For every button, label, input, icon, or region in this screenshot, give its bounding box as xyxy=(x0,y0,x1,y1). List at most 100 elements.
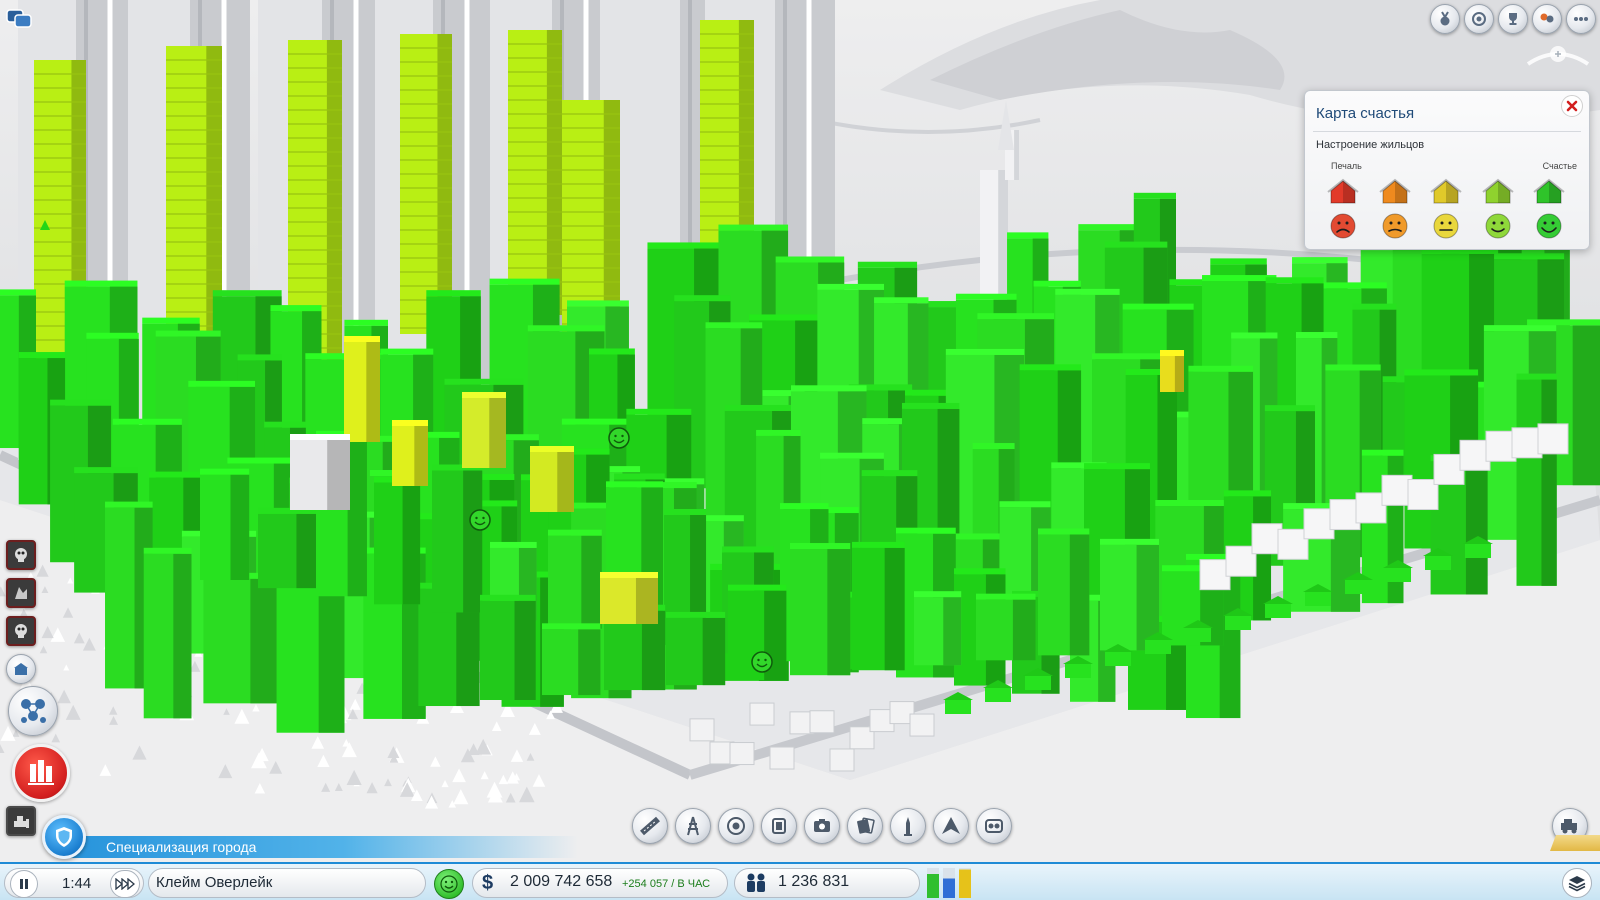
status-bar: 1:44 Клейм Оверлейк $ 2 009 742 658 +254… xyxy=(0,862,1600,900)
zombie-button[interactable] xyxy=(6,578,36,608)
building[interactable] xyxy=(548,529,602,629)
happy-face-marker[interactable] xyxy=(751,651,773,673)
house-icon xyxy=(1378,178,1411,204)
happy-face-marker[interactable] xyxy=(469,509,491,531)
close-icon xyxy=(1566,100,1578,112)
specialization-button[interactable] xyxy=(42,815,86,859)
health-icon xyxy=(857,817,875,834)
city-name: Клейм Оверлейк xyxy=(156,874,273,891)
sim-icon xyxy=(1472,12,1486,26)
health-tool-button[interactable] xyxy=(847,808,883,844)
menu-button[interactable] xyxy=(1566,4,1596,34)
disaster-button[interactable] xyxy=(6,540,36,570)
friends-icon xyxy=(1540,13,1554,23)
happy-face-marker[interactable] xyxy=(608,427,630,449)
regions-icon xyxy=(21,699,46,723)
residential-tower[interactable] xyxy=(400,34,452,334)
building[interactable] xyxy=(143,547,192,719)
building[interactable] xyxy=(374,476,421,605)
speed-button[interactable] xyxy=(110,870,140,898)
notification-tab[interactable] xyxy=(1550,835,1600,851)
city-hall-button[interactable] xyxy=(6,654,36,684)
zombie-icon xyxy=(15,587,27,599)
disaster-icon xyxy=(15,548,27,562)
parks-icon xyxy=(985,819,1003,833)
water-tool-button[interactable] xyxy=(718,808,754,844)
house-icon xyxy=(1430,178,1462,204)
building[interactable] xyxy=(1516,373,1557,586)
building[interactable] xyxy=(290,434,350,510)
building[interactable] xyxy=(1100,538,1159,651)
building[interactable] xyxy=(344,336,380,442)
house-icon xyxy=(1533,178,1565,204)
fire-tool-button[interactable] xyxy=(761,808,797,844)
building[interactable] xyxy=(203,572,280,704)
legend-very-happy xyxy=(1531,177,1567,247)
building[interactable] xyxy=(542,623,601,696)
panel-subtitle: Настроение жильцов xyxy=(1316,139,1425,151)
demand-bar-commercial xyxy=(943,878,955,898)
house-icon xyxy=(1481,178,1514,204)
legend-sad xyxy=(1377,177,1413,247)
money-rate: +254 057 / В ЧАС xyxy=(622,878,711,890)
building[interactable] xyxy=(530,446,574,512)
transport-tool-button[interactable] xyxy=(933,808,969,844)
bulldoze-icon xyxy=(14,816,29,828)
building[interactable] xyxy=(852,541,905,671)
demand-bar-residential xyxy=(927,874,939,898)
mood-button[interactable] xyxy=(434,869,464,899)
building[interactable] xyxy=(666,611,726,686)
specialization-label: Специализация города xyxy=(106,839,257,855)
close-button[interactable] xyxy=(1561,95,1583,117)
bulldoze-button[interactable] xyxy=(6,806,36,836)
face-icon xyxy=(1330,213,1356,239)
education-tool-button[interactable] xyxy=(890,808,926,844)
building[interactable] xyxy=(976,593,1036,661)
building[interactable] xyxy=(462,392,506,468)
building[interactable] xyxy=(914,591,962,666)
fast-forward-icon xyxy=(115,878,135,890)
pause-button[interactable] xyxy=(10,870,38,898)
building[interactable] xyxy=(480,594,536,700)
building[interactable] xyxy=(200,468,250,580)
layers-button[interactable] xyxy=(1562,868,1592,898)
building[interactable] xyxy=(600,572,658,624)
population-value: 1 236 831 xyxy=(778,873,850,890)
zone-map-button[interactable] xyxy=(12,744,70,802)
zone-map-icon xyxy=(28,760,54,785)
residential-tower[interactable] xyxy=(508,30,562,315)
sim-button[interactable] xyxy=(1464,4,1494,34)
building[interactable] xyxy=(790,543,851,676)
demand-bar-industrial xyxy=(959,869,971,898)
water-icon xyxy=(727,817,745,835)
building[interactable] xyxy=(258,507,320,589)
education-icon xyxy=(904,817,912,836)
disaster-button-2[interactable] xyxy=(6,616,36,646)
building[interactable] xyxy=(392,420,428,486)
building[interactable] xyxy=(1160,350,1184,392)
specialization-bar[interactable]: Специализация города xyxy=(58,836,578,858)
building[interactable] xyxy=(432,464,483,613)
friends-button[interactable] xyxy=(1532,4,1562,34)
layers-icon xyxy=(1568,876,1586,892)
regions-button[interactable] xyxy=(8,686,58,736)
legend-very-sad xyxy=(1325,177,1361,247)
power-icon xyxy=(687,816,699,836)
shield-icon xyxy=(56,827,72,847)
game-time: 1:44 xyxy=(62,875,92,892)
medal-button[interactable] xyxy=(1430,4,1460,34)
chat-icon[interactable] xyxy=(6,8,34,30)
building[interactable] xyxy=(1038,528,1090,656)
top-right-toolbar xyxy=(1430,4,1596,34)
trophy-button[interactable] xyxy=(1498,4,1528,34)
photo-icon xyxy=(814,819,830,832)
parks-tool-button[interactable] xyxy=(976,808,1012,844)
camera-controls[interactable] xyxy=(1522,40,1594,76)
demand-meter[interactable] xyxy=(925,867,975,899)
power-tool-button[interactable] xyxy=(675,808,711,844)
menu-icon xyxy=(1574,17,1588,21)
legend-label-sad: Печаль xyxy=(1331,161,1362,171)
population-icon xyxy=(747,873,765,892)
road-tool-button[interactable] xyxy=(632,808,668,844)
photo-tool-button[interactable] xyxy=(804,808,840,844)
